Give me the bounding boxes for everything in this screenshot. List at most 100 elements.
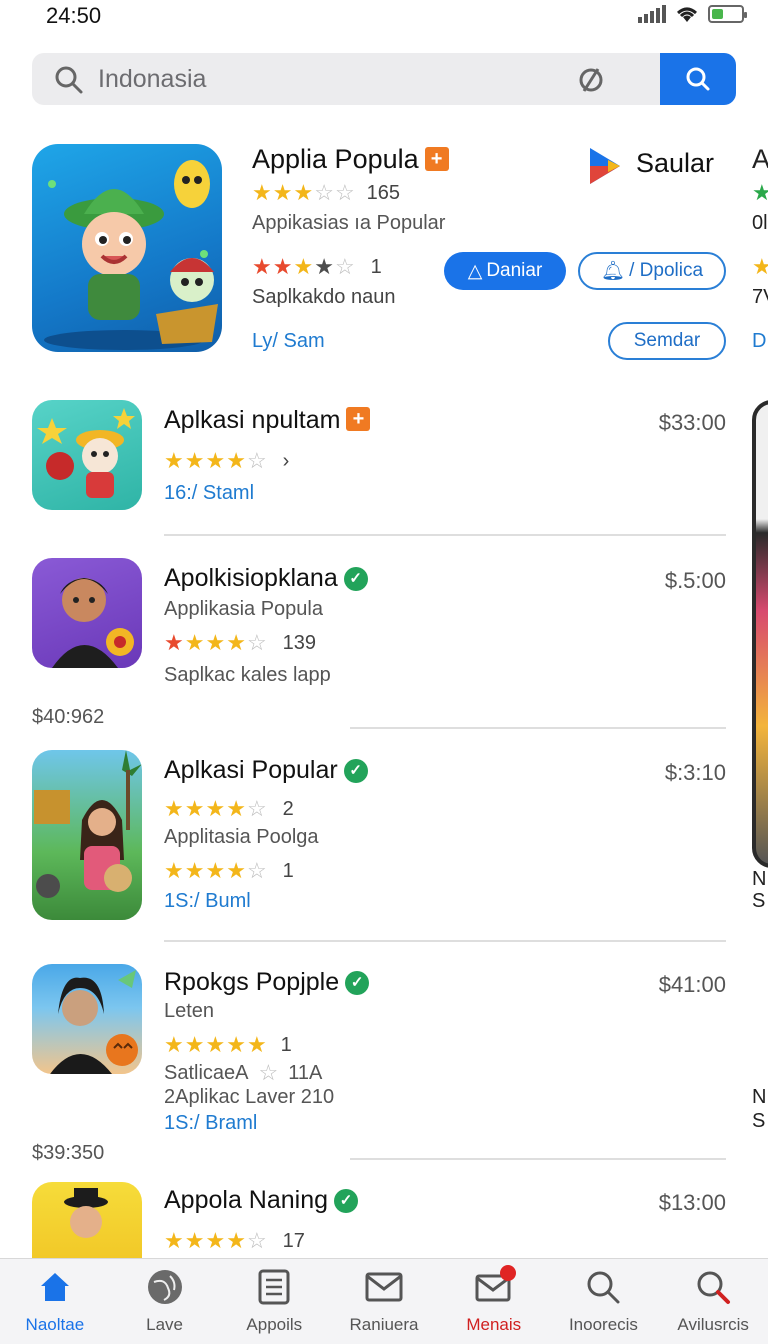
featured-app-card[interactable]: Applia Popula + ★ ★ ★ ☆ ☆ 165 Appikasias ıa P… [0, 140, 768, 370]
floating-price: $40:962 [32, 706, 105, 728]
mail-icon [364, 1267, 404, 1307]
app-rating: ★ ★ ★ ★ ☆ 2 [164, 796, 294, 822]
featured-rating-secondary: ★ ★ ★ ★ ☆ 1 [252, 254, 382, 280]
secondary-button[interactable]: 🔔︎ / Dpolica [578, 252, 726, 290]
status-time: 24:50 [46, 3, 102, 28]
edge-peek-label: N [752, 868, 767, 890]
divider [164, 534, 726, 536]
list-item[interactable]: Aplkasi npultam + $33:00 ★ ★ ★ ★ ☆ › 16:/ Sta… [0, 400, 768, 540]
star-rating: ★ ★ ★ ★ ☆ [164, 1228, 267, 1253]
app-icon[interactable] [32, 400, 142, 510]
message-alert-icon [474, 1265, 516, 1307]
search-button[interactable] [660, 53, 736, 105]
store-name: Saular [636, 148, 715, 178]
app-title: Aplkasi Popular ✓ [164, 756, 368, 785]
app-author-link[interactable]: 16:/ Staml [164, 482, 254, 505]
similar-button[interactable]: Semdar [608, 322, 726, 360]
divider [350, 727, 726, 729]
wifi-icon [677, 7, 697, 22]
divider [350, 1158, 726, 1160]
star-rating: ★ ★ ★ ★ ☆ [164, 630, 267, 655]
edge-peek-link: D [752, 330, 767, 352]
list-item[interactable]: Rpokgs Popjple ✓ $41:00 Leten ★ ★ ★ ★ ★ 1 Sat… [0, 964, 768, 1144]
featured-title-text: Applia Popula [252, 144, 419, 174]
chevron-right-icon: › [282, 449, 290, 472]
nav-label: Raniuera [349, 1315, 419, 1334]
plus-badge-icon: + [424, 147, 449, 171]
globe-icon [145, 1267, 185, 1307]
featured-title: Applia Popula + [252, 144, 449, 175]
app-caption: Saplkac kales lapp [164, 664, 331, 686]
app-detail-row: SatlicaeA ☆ 11A [164, 1060, 322, 1086]
app-rating: ★ ★ ★ ★ ☆ 139 [164, 630, 316, 656]
star-rating: ★ ★ ★ ★ ★ [164, 1032, 267, 1057]
triangle-icon: △ [467, 260, 483, 282]
app-price: $.5:00 [664, 568, 726, 593]
nav-label: Menais [466, 1315, 522, 1334]
app-title: Aplkasi npultam + [164, 406, 371, 435]
app-detail-value: 11A [288, 1061, 323, 1084]
list-item[interactable]: Apolkisiopklana ✓ $.5:00 Applikasia Popul… [0, 558, 768, 728]
app-title-text: Rpokgs Popjple [164, 968, 340, 996]
nav-label: Appoils [246, 1315, 303, 1334]
app-icon[interactable] [32, 964, 142, 1074]
app-detail-text: SatlicaeA [164, 1061, 249, 1084]
edge-peek-star: ★ [752, 180, 768, 205]
app-title: Rpokgs Popjple ✓ [164, 968, 370, 997]
nav-label: Lave [146, 1315, 184, 1334]
nav-item-alerts[interactable]: Avilusrcis [658, 1259, 768, 1344]
search-red-icon [693, 1267, 733, 1307]
app-icon[interactable] [32, 558, 142, 668]
bottom-navigation: Naoltae Lave Appoils Raniuera Menais Ino… [0, 1258, 768, 1344]
app-author-link[interactable]: 1S:/ Buml [164, 890, 251, 913]
nav-label: Naoltae [25, 1315, 85, 1334]
signal-icon [638, 5, 666, 23]
app-rating: ★ ★ ★ ★ ☆ 17 [164, 1228, 305, 1254]
search-icon [583, 1267, 623, 1307]
app-author-link[interactable]: 1S:/ Braml [164, 1112, 257, 1135]
nav-label: Avilusrcis [677, 1315, 749, 1334]
search-icon [686, 67, 710, 91]
list-item[interactable]: Appola Naning ✓ $13:00 ★ ★ ★ ★ ☆ 17 [0, 1182, 768, 1258]
featured-author-link[interactable]: Ly/ Sam [252, 330, 325, 353]
verified-icon: ✓ [343, 759, 368, 783]
similar-button-label: Semdar [633, 330, 701, 351]
app-title-text: Apolkisiopklana [164, 564, 338, 592]
app-icon[interactable] [32, 1182, 142, 1258]
nav-item-mail[interactable]: Raniuera [329, 1259, 439, 1344]
star-rating: ★ ★ ★ ☆ ☆ [252, 180, 355, 205]
app-subtitle: Applitasia Poolga [164, 826, 319, 848]
play-store-icon [590, 148, 620, 184]
install-button[interactable]: △ Daniar [444, 252, 566, 290]
list-item[interactable]: Aplkasi Popular ✓ $:3:10 ★ ★ ★ ★ ☆ 2 Applitas… [0, 750, 768, 930]
battery-icon [708, 5, 747, 23]
star-outline-icon: ☆ [258, 1060, 279, 1085]
app-icon[interactable] [32, 750, 142, 920]
app-title-text: Aplkasi npultam [164, 406, 341, 434]
edge-peek-title: A [752, 144, 768, 174]
featured-app-icon[interactable] [32, 144, 222, 352]
featured-subtitle: Appikasias ıa Popular [252, 212, 446, 234]
verified-icon: ✓ [345, 971, 370, 995]
notification-dot [499, 1265, 516, 1281]
app-rating: ★ ★ ★ ★ ★ 1 [164, 1032, 292, 1058]
app-title: Apolkisiopklana ✓ [164, 564, 368, 593]
status-icons [638, 4, 747, 24]
nav-item-home[interactable]: Naoltae [0, 1259, 110, 1344]
status-bar: 24:50 [0, 0, 768, 36]
rating-count: 139 [282, 631, 317, 654]
floating-price: $39:350 [32, 1142, 105, 1164]
refresh-icon[interactable] [576, 65, 606, 95]
app-price: $:3:10 [664, 760, 726, 785]
nav-item-search[interactable]: Inoorecis [549, 1259, 659, 1344]
nav-item-live[interactable]: Lave [110, 1259, 220, 1344]
star-rating: ★ ★ ★ ★ ☆ [164, 796, 267, 821]
home-icon [35, 1267, 75, 1307]
nav-item-messages[interactable]: Menais [439, 1259, 549, 1344]
app-rating-secondary: ★ ★ ★ ★ ☆ 1 [164, 858, 294, 884]
app-subtitle: Applikasia Popula [164, 598, 323, 620]
nav-item-apps[interactable]: Appoils [219, 1259, 329, 1344]
search-input[interactable] [98, 53, 578, 105]
app-price: $41:00 [658, 972, 726, 997]
bell-icon: 🔔︎ [600, 261, 626, 282]
